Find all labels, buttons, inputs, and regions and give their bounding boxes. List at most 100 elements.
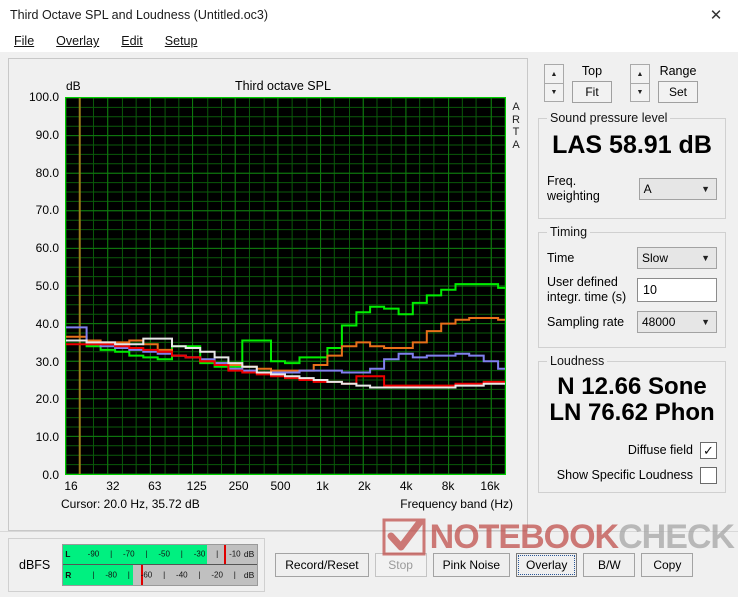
meter-left-channel: L dB -90 | -70 | -50 | -30 | -10 — [63, 544, 258, 565]
record-reset-button[interactable]: Record/Reset — [275, 552, 369, 577]
range-spinner[interactable]: ▲ ▼ — [630, 64, 650, 102]
integration-label-line2: integr. time (s) — [547, 290, 627, 304]
meter-tick-label: | — [163, 570, 166, 579]
level-meters: L dB -90 | -70 | -50 | -30 | -10 R dB | -80 | -60 | -… — [62, 543, 259, 586]
sampling-rate-select[interactable]: 48000 ▼ — [637, 311, 717, 333]
right-panel: ▲ ▼ Top Fit ▲ ▼ Range Set Sound pressure… — [536, 58, 730, 531]
meter-tick-label: | — [198, 570, 201, 579]
meter-tick-label: | — [110, 549, 113, 559]
integration-label-line1: User defined — [547, 275, 618, 289]
spl-reading: LAS 58.91 dB — [552, 131, 712, 159]
meter-tick-label: | — [127, 570, 130, 579]
specific-loudness-label: Show Specific Loudness — [556, 468, 693, 482]
bottom-toolbar: NOTEBOOK CHECK dBFS L dB -90 | -70 | -50 | -30 |… — [0, 518, 738, 597]
loudness-phon-reading: LN 76.62 Phon — [549, 399, 715, 426]
transport-buttons: Record/Reset Stop Pink Noise Overlay B/W… — [275, 552, 694, 577]
freq-weighting-value: A — [643, 182, 652, 196]
y-tick-label: 40.0 — [35, 316, 59, 331]
top-label: Top — [581, 64, 603, 78]
timing-group: Timing Time Slow ▼ User defined integr. … — [538, 225, 726, 348]
overlay-button[interactable]: Overlay — [516, 552, 578, 577]
meter-tick-label: -70 — [123, 549, 135, 559]
y-tick-label: 10.0 — [35, 430, 59, 445]
sampling-rate-row: Sampling rate 48000 ▼ — [547, 311, 717, 333]
copy-button[interactable]: Copy — [641, 552, 694, 577]
menu-item-overlay[interactable]: Overlay — [52, 33, 103, 49]
top-spinner[interactable]: ▲ ▼ — [544, 64, 564, 102]
y-tick-label: 0.0 — [42, 468, 59, 482]
sound-pressure-level-group: Sound pressure level LAS 58.91 dB Freq. … — [538, 111, 726, 219]
meter-tick-label: -20 — [211, 570, 223, 579]
menu-item-setup[interactable]: Setup — [161, 33, 202, 49]
top-labels: Top Fit — [572, 64, 612, 103]
meter-tick-label: | — [233, 570, 236, 579]
y-tick-label: 30.0 — [35, 354, 59, 369]
integration-time-row: User defined integr. time (s) 10 — [547, 275, 717, 305]
meter-tick-label: -80 — [105, 570, 117, 579]
y-tick-label: 50.0 — [35, 279, 59, 293]
top-up-icon[interactable]: ▲ — [544, 64, 564, 83]
stop-button[interactable]: Stop — [374, 552, 427, 577]
meter-left-peak — [224, 544, 227, 564]
meter-right-unit: dB — [243, 569, 255, 580]
meter-right-channel: R dB | -80 | -60 | -40 | -20 | — [63, 564, 258, 585]
meter-tick-label: | — [145, 549, 148, 559]
chart-panel: dB Third octave SPL 0.0 10.0 20.0 30.0 40.0 5… — [8, 58, 528, 531]
range-up-icon[interactable]: ▲ — [630, 64, 650, 83]
top-down-icon[interactable]: ▼ — [544, 83, 564, 102]
dbfs-label: dBFS — [19, 557, 51, 572]
spl-group-label: Sound pressure level — [550, 111, 668, 125]
integration-time-value: 10 — [643, 283, 657, 297]
diffuse-field-checkbox[interactable]: ✓ — [700, 442, 717, 459]
sampling-rate-label: Sampling rate — [547, 314, 625, 329]
x-tick-label: 16 — [64, 479, 78, 493]
range-labels: Range Set — [658, 64, 698, 103]
chevron-down-icon: ▼ — [701, 184, 710, 194]
scale-controls: ▲ ▼ Top Fit ▲ ▼ Range Set — [536, 58, 728, 105]
meter-tick-label: | — [216, 549, 219, 559]
meter-tick-label: -60 — [140, 570, 153, 579]
dbfs-meter-box: dBFS L dB -90 | -70 | -50 | -30 | -10 R dB | -80 |… — [8, 537, 266, 592]
loudness-group: Loudness N 12.66 Sone LN 76.62 Phon Diff… — [538, 354, 726, 493]
meter-tick-label: | — [180, 549, 183, 559]
freq-weighting-select[interactable]: A ▼ — [638, 178, 717, 200]
x-tick-label: 250 — [228, 479, 249, 493]
pink-noise-button[interactable]: Pink Noise — [432, 552, 510, 577]
specific-loudness-checkbox[interactable] — [700, 467, 717, 484]
cursor-readout: Cursor: 20.0 Hz, 35.72 dB — [61, 497, 200, 511]
integration-time-label: User defined integr. time (s) — [547, 275, 626, 305]
main-content: dB Third octave SPL 0.0 10.0 20.0 30.0 40.0 5… — [0, 52, 738, 531]
integration-time-input[interactable]: 10 — [637, 278, 717, 302]
arta-letter: R — [512, 113, 520, 126]
meter-right-fill — [63, 564, 134, 585]
sampling-rate-value: 48000 — [642, 315, 676, 329]
fit-button[interactable]: Fit — [572, 81, 612, 103]
meter-right-label: R — [65, 569, 72, 580]
plot-area[interactable] — [65, 97, 506, 475]
y-tick-label: 20.0 — [35, 392, 59, 407]
arta-letter: A — [512, 138, 520, 151]
bw-button[interactable]: B/W — [583, 552, 636, 577]
set-button[interactable]: Set — [658, 81, 698, 103]
menu-item-edit[interactable]: Edit — [117, 33, 147, 49]
time-select[interactable]: Slow ▼ — [637, 247, 717, 269]
spl-curves — [66, 98, 505, 474]
series-line-green — [66, 283, 505, 368]
menu-bar: File Overlay Edit Setup — [0, 30, 738, 52]
arta-letter: A — [512, 101, 520, 113]
meter-tick-label: -40 — [176, 570, 188, 579]
menu-item-file[interactable]: File — [10, 33, 38, 49]
meter-tick-label: -30 — [193, 549, 206, 559]
x-axis-title: Frequency band (Hz) — [400, 497, 513, 511]
range-down-icon[interactable]: ▼ — [630, 83, 650, 102]
time-row: Time Slow ▼ — [547, 247, 717, 269]
specific-loudness-row: Show Specific Loudness — [547, 467, 717, 484]
freq-weighting-row: Freq. weighting A ▼ — [547, 174, 717, 204]
arta-letter: T — [512, 126, 520, 138]
close-icon[interactable]: ✕ — [694, 0, 738, 30]
x-tick-label: 2k — [357, 479, 371, 493]
menu-setup-label: Setup — [164, 34, 198, 48]
meter-tick-label: | — [92, 570, 95, 579]
x-tick-label: 500 — [270, 479, 291, 493]
diffuse-field-row: Diffuse field ✓ — [547, 442, 717, 459]
